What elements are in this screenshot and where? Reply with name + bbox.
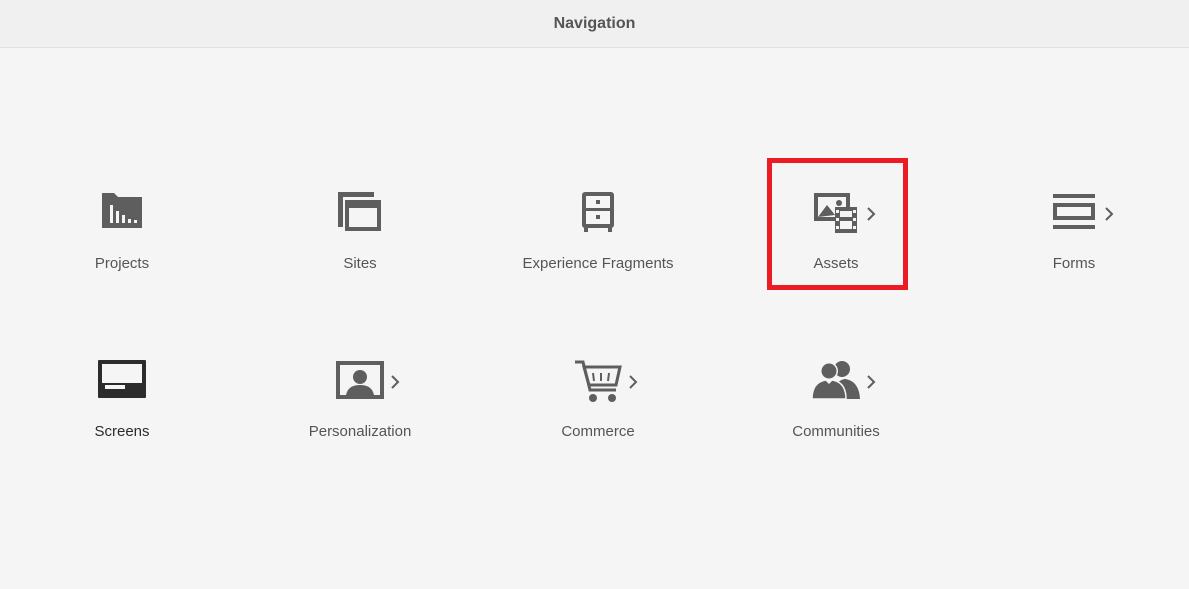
nav-tile-label: Sites — [343, 255, 377, 272]
assets-highlight-box — [767, 158, 908, 290]
nav-tile-personalization[interactable]: Personalization — [260, 353, 460, 463]
nav-tile-communities[interactable]: Communities — [736, 353, 936, 463]
nav-tile-label: Screens — [94, 423, 150, 440]
screens-icon — [98, 360, 146, 398]
nav-tile-label: Experience Fragments — [522, 255, 674, 272]
nav-tile-forms[interactable]: Forms — [974, 185, 1174, 295]
sites-icon — [338, 192, 381, 231]
page-title: Navigation — [553, 15, 636, 32]
chevron-right-icon — [867, 375, 876, 389]
communities-icon — [811, 361, 860, 400]
nav-tile-projects[interactable]: Projects — [22, 185, 222, 295]
forms-icon — [1053, 194, 1095, 229]
nav-tile-label: Commerce — [561, 423, 635, 440]
nav-tile-sites[interactable]: Sites — [260, 185, 460, 295]
navigation-header: Navigation — [0, 0, 1189, 48]
nav-tile-label: Communities — [792, 423, 880, 440]
chevron-right-icon — [629, 375, 638, 389]
nav-tile-label: Forms — [1052, 255, 1096, 272]
chevron-right-icon — [391, 375, 400, 389]
nav-tile-experience-fragments[interactable]: Experience Fragments — [498, 185, 698, 295]
nav-tile-label: Personalization — [308, 423, 412, 440]
shopping-cart-icon — [575, 360, 622, 402]
nav-tile-screens[interactable]: Screens — [22, 353, 222, 463]
chevron-right-icon — [1105, 207, 1114, 221]
nav-tile-label: Projects — [94, 255, 150, 272]
nav-tile-commerce[interactable]: Commerce — [498, 353, 698, 463]
projects-icon — [102, 193, 142, 228]
experience-fragments-icon — [582, 192, 614, 232]
personalization-icon — [336, 361, 384, 399]
